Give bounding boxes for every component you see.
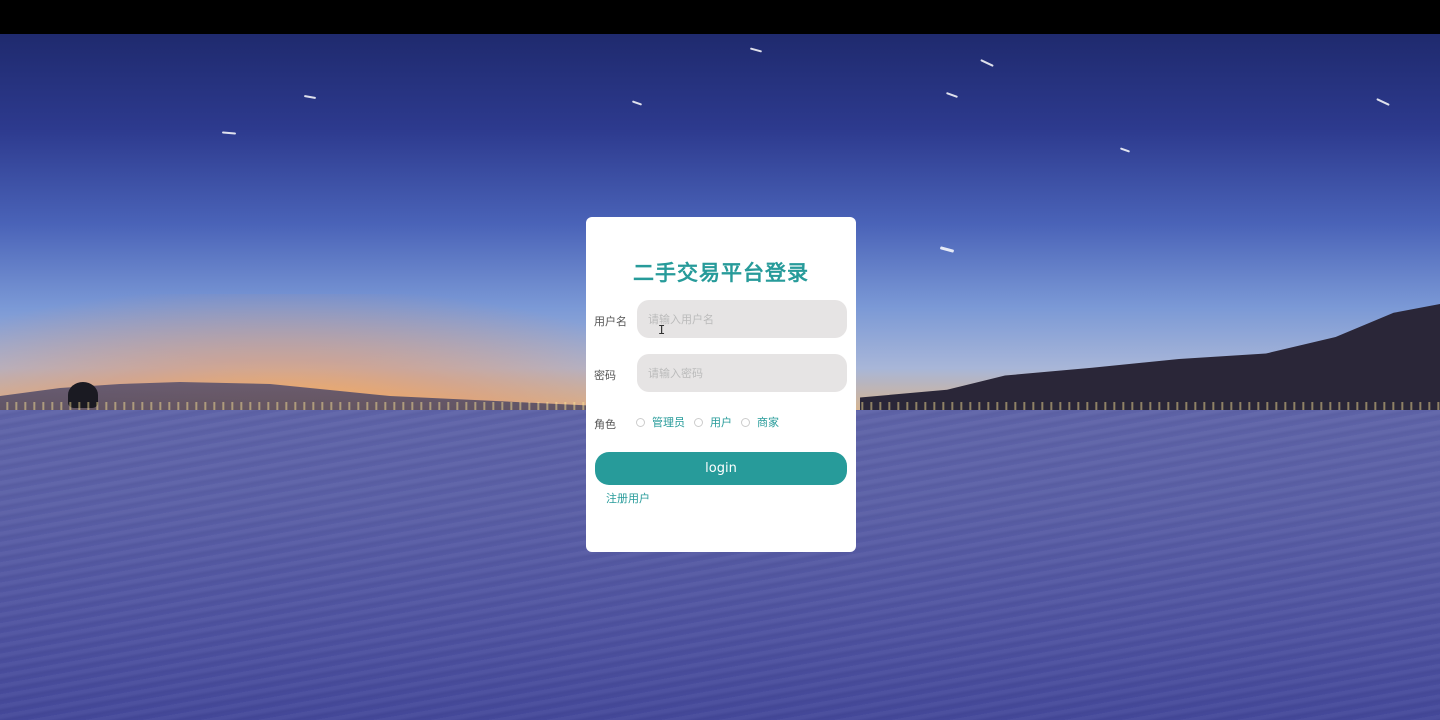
role-option-label: 管理员 (652, 416, 685, 429)
role-radio-group: 管理员 用户 商家 (636, 414, 788, 430)
radio-circle-icon[interactable] (636, 417, 645, 427)
password-label: 密码 (594, 369, 616, 382)
login-button[interactable]: login (595, 452, 847, 485)
role-option-label: 商家 (757, 416, 779, 429)
role-option-user[interactable]: 用户 (694, 414, 732, 430)
radio-circle-icon[interactable] (694, 417, 703, 427)
username-label: 用户名 (594, 315, 627, 328)
role-option-admin[interactable]: 管理员 (636, 414, 685, 430)
page-title: 二手交易平台登录 (633, 261, 809, 285)
radio-circle-icon[interactable] (741, 417, 750, 427)
register-link[interactable]: 注册用户 (606, 490, 650, 506)
role-option-merchant[interactable]: 商家 (741, 414, 779, 430)
role-label: 角色 (594, 418, 616, 431)
login-card: 二手交易平台登录 用户名 密码 角色 管理员 用户 商家 login 注册用户 (586, 217, 856, 552)
role-option-label: 用户 (710, 416, 732, 429)
i-beam-cursor-icon: I (658, 323, 666, 337)
username-input[interactable] (637, 300, 847, 338)
password-input[interactable] (637, 354, 847, 392)
top-black-bar (0, 0, 1440, 34)
